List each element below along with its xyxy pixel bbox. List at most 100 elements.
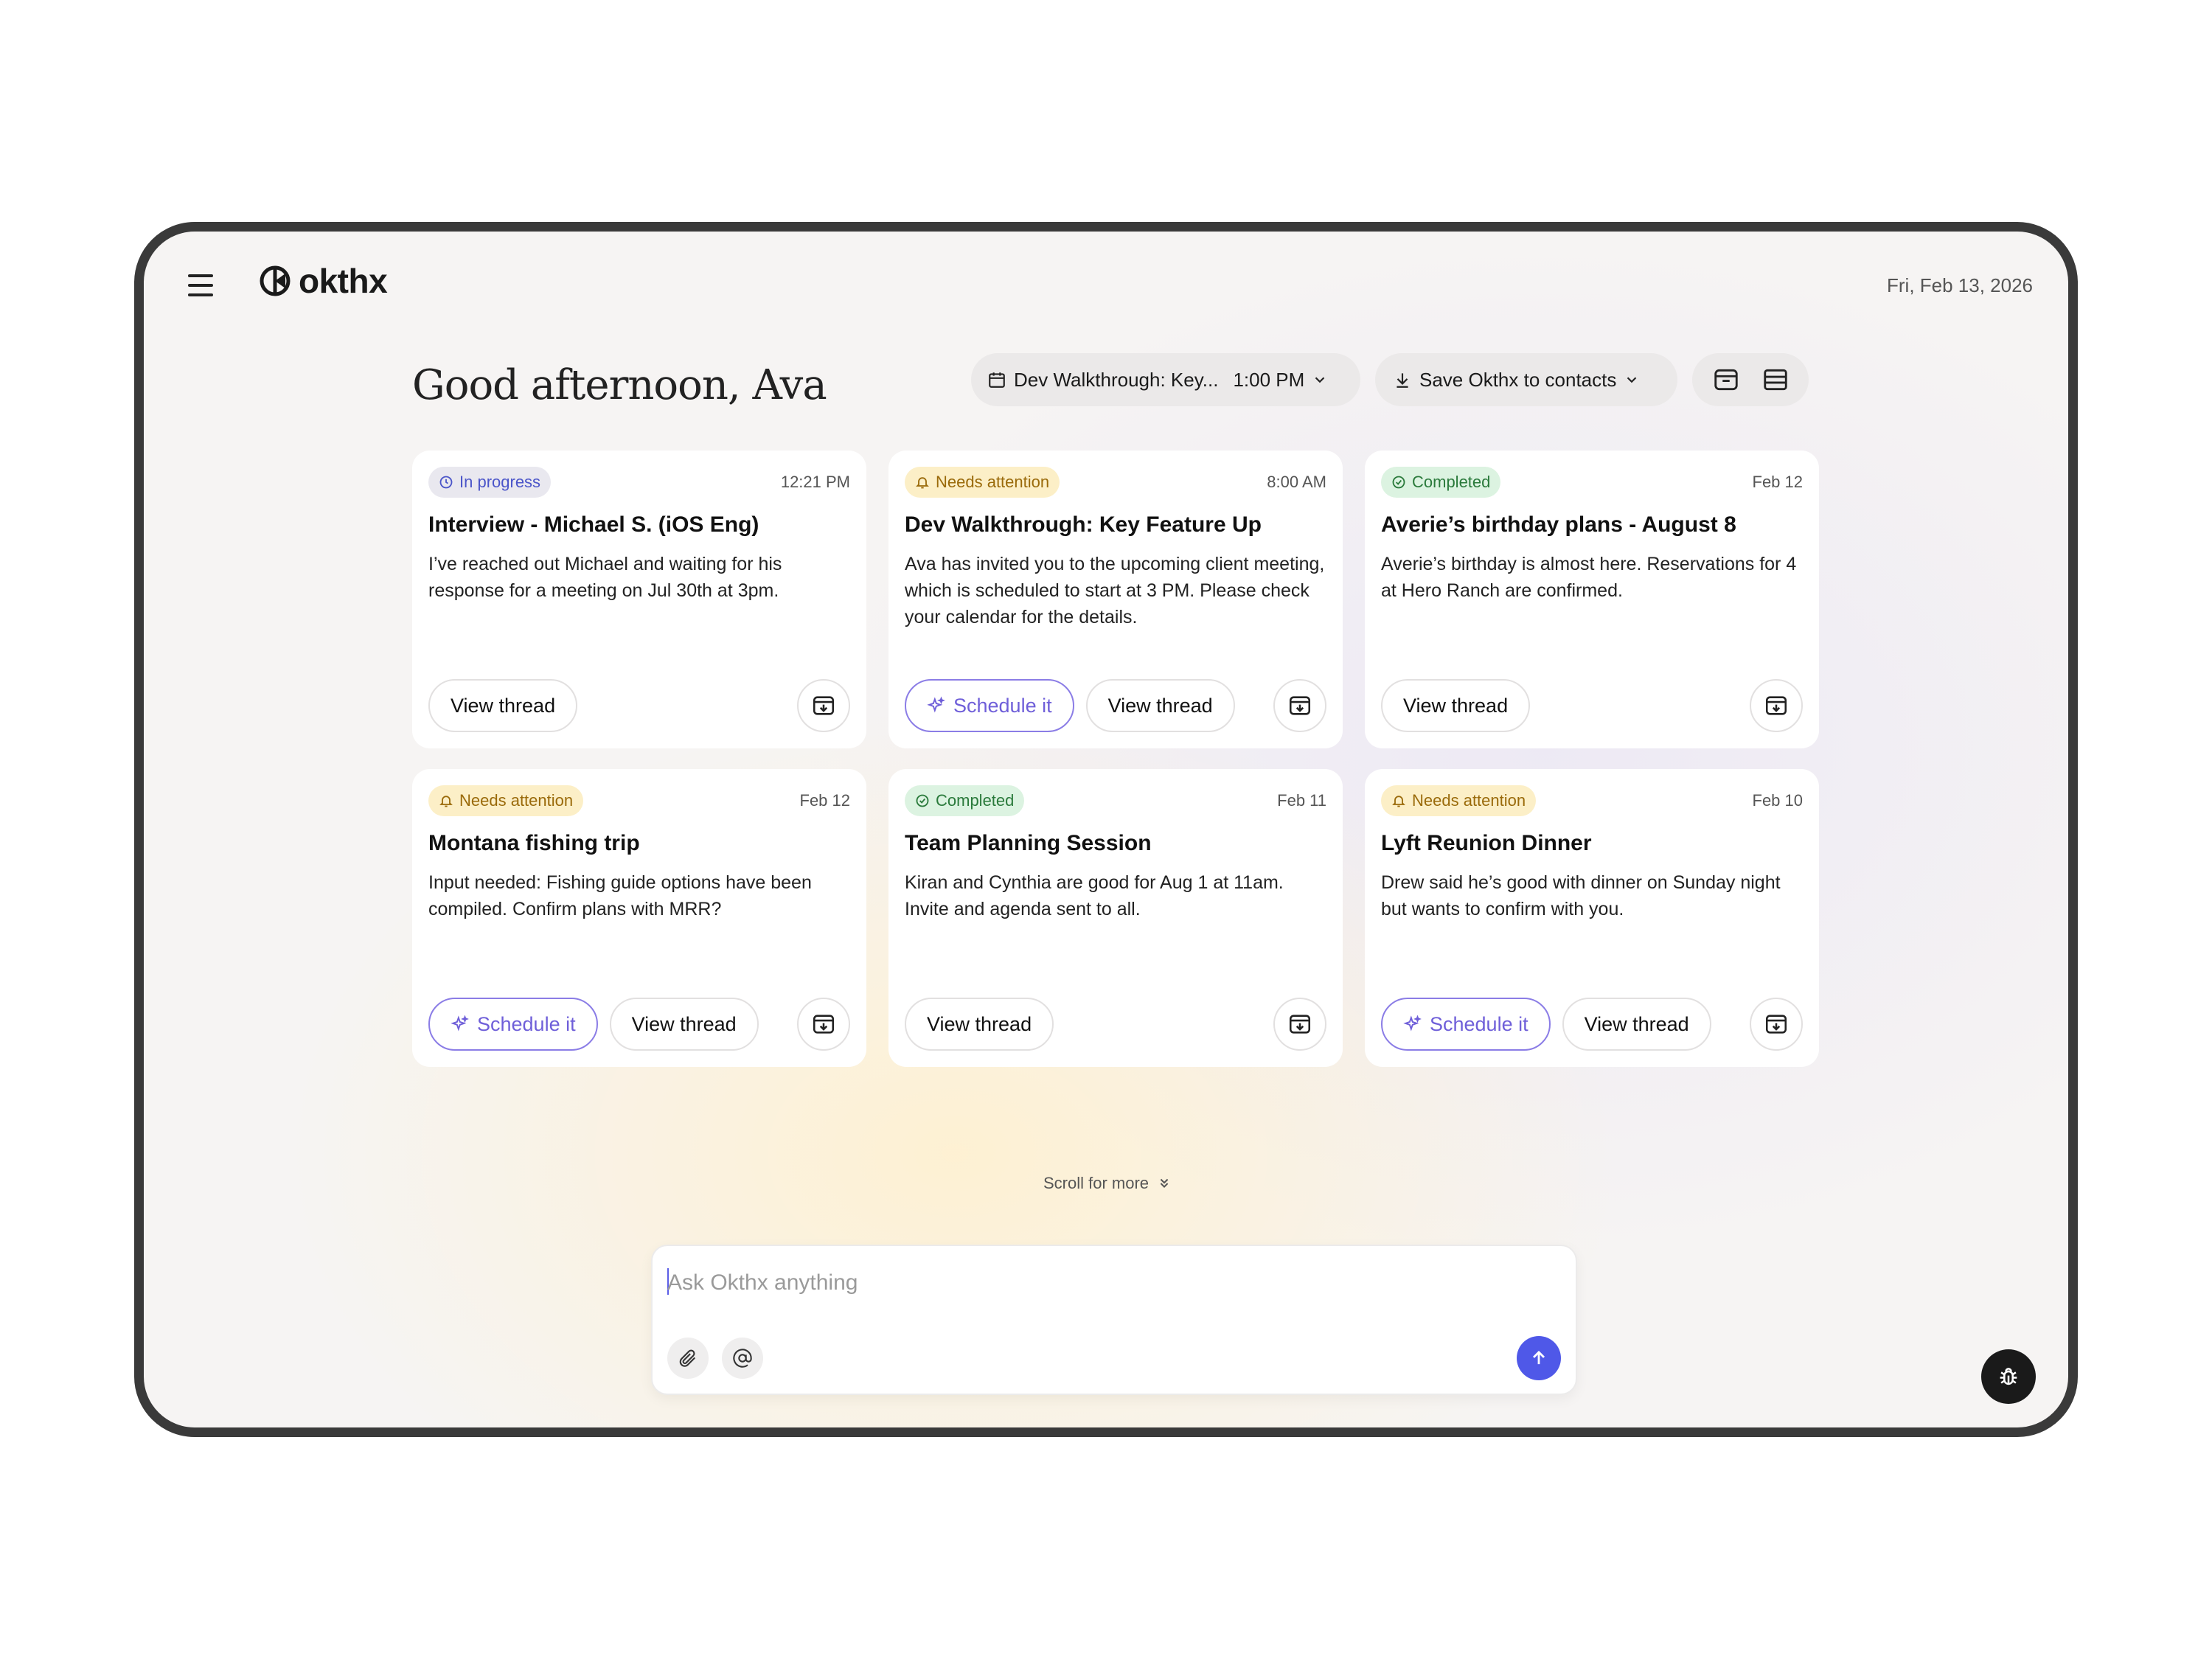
card-timestamp: Feb 12: [799, 791, 851, 810]
view-thread-button[interactable]: View thread: [1381, 679, 1531, 732]
send-button[interactable]: [1517, 1336, 1561, 1380]
archive-icon: [1765, 1015, 1787, 1034]
top-bar: okthx Fri, Feb 13, 2026: [144, 232, 2068, 320]
archive-button[interactable]: [1750, 998, 1803, 1051]
view-thread-button[interactable]: View thread: [1562, 998, 1711, 1051]
task-card[interactable]: Needs attention 8:00 AM Dev Walkthrough:…: [888, 451, 1343, 748]
archive-box-icon: [1714, 369, 1738, 391]
schedule-it-button[interactable]: Schedule it: [428, 998, 598, 1051]
save-contacts-label: Save Okthx to contacts: [1419, 368, 1617, 391]
task-card[interactable]: Completed Feb 12 Averie’s birthday plans…: [1365, 451, 1819, 748]
schedule-it-label: Schedule it: [953, 694, 1052, 717]
status-badge: Needs attention: [905, 467, 1060, 498]
view-thread-button[interactable]: View thread: [428, 679, 578, 732]
clock-icon: [439, 476, 453, 489]
download-icon: [1397, 373, 1408, 388]
hamburger-menu-icon[interactable]: [188, 274, 216, 299]
task-card[interactable]: In progress 12:21 PM Interview - Michael…: [412, 451, 866, 748]
chevron-down-icon: [1315, 377, 1325, 383]
app-name: okthx: [299, 262, 388, 300]
calendar-icon: [989, 372, 1005, 388]
card-description: Input needed: Fishing guide options have…: [428, 872, 812, 919]
upcoming-meeting-dropdown[interactable]: Dev Walkthrough: Key... 1:00 PM: [971, 353, 1360, 406]
status-label: Needs attention: [1412, 791, 1526, 810]
app-logo[interactable]: okthx: [259, 261, 388, 301]
card-actions: View thread: [1381, 679, 1531, 732]
current-date: Fri, Feb 13, 2026: [1887, 274, 2033, 296]
list-layout-icon: [1763, 369, 1787, 391]
card-timestamp: Feb 11: [1277, 791, 1326, 810]
double-chevron-down-icon: [1160, 1178, 1169, 1189]
card-timestamp: Feb 12: [1752, 473, 1804, 491]
attach-button[interactable]: [667, 1338, 709, 1379]
status-label: In progress: [459, 473, 541, 491]
status-badge: Needs attention: [428, 785, 584, 816]
scroll-for-more[interactable]: Scroll for more: [1043, 1174, 1172, 1193]
card-actions: View thread: [428, 679, 578, 732]
at-sign-icon: [733, 1349, 752, 1368]
task-card[interactable]: Needs attention Feb 10 Lyft Reunion Dinn…: [1365, 769, 1819, 1067]
card-description: Averie’s birthday is almost here. Reserv…: [1381, 554, 1797, 601]
card-timestamp: Feb 10: [1752, 791, 1804, 810]
task-card[interactable]: Needs attention Feb 12 Montana fishing t…: [412, 769, 866, 1067]
mention-button[interactable]: [722, 1338, 763, 1379]
view-thread-button[interactable]: View thread: [905, 998, 1054, 1051]
card-timestamp: 8:00 AM: [1267, 473, 1326, 491]
schedule-it-button[interactable]: Schedule it: [1381, 998, 1551, 1051]
status-label: Needs attention: [459, 791, 574, 810]
card-actions: Schedule it View thread: [428, 998, 759, 1051]
archive-button[interactable]: [797, 998, 850, 1051]
check-circle-icon: [916, 794, 929, 807]
archive-icon: [1765, 696, 1787, 715]
bug-icon: [2000, 1368, 2017, 1385]
card-description: I’ve reached out Michael and waiting for…: [428, 554, 782, 601]
card-description: Kiran and Cynthia are good for Aug 1 at …: [905, 872, 1284, 919]
archive-icon: [1289, 1015, 1311, 1034]
chevron-down-icon: [1627, 377, 1637, 383]
app-window: okthx Fri, Feb 13, 2026 Good afternoon, …: [134, 222, 2078, 1437]
card-title: Interview - Michael S. (iOS Eng): [428, 512, 759, 537]
archive-icon: [813, 696, 835, 715]
arrow-up-icon: [1533, 1350, 1545, 1365]
archive-button[interactable]: [797, 679, 850, 732]
card-actions: Schedule it View thread: [905, 679, 1235, 732]
card-description: Ava has invited you to the upcoming clie…: [905, 554, 1325, 627]
status-label: Completed: [936, 791, 1015, 810]
schedule-it-label: Schedule it: [1430, 1012, 1528, 1035]
view-list-button[interactable]: [1759, 364, 1792, 396]
scroll-hint-label: Scroll for more: [1043, 1174, 1150, 1192]
bug-report-button[interactable]: [1981, 1349, 2036, 1404]
archive-icon: [813, 1015, 835, 1034]
card-title: Lyft Reunion Dinner: [1381, 831, 1592, 855]
ask-input[interactable]: [667, 1264, 1537, 1302]
sparkle-icon: [451, 1015, 469, 1032]
meeting-time: 1:00 PM: [1233, 368, 1305, 391]
chat-composer: [651, 1245, 1577, 1395]
task-card[interactable]: Completed Feb 11 Team Planning Session K…: [888, 769, 1343, 1067]
save-to-contacts-dropdown[interactable]: Save Okthx to contacts: [1375, 353, 1677, 406]
card-title: Dev Walkthrough: Key Feature Up: [905, 512, 1262, 537]
bell-icon: [439, 796, 453, 807]
logo-mark-icon: [260, 265, 291, 296]
card-actions: Schedule it View thread: [1381, 998, 1711, 1051]
status-badge: In progress: [428, 467, 552, 498]
page-title: Good afternoon, Ava: [412, 361, 827, 409]
archive-icon: [1289, 696, 1311, 715]
archive-button[interactable]: [1750, 679, 1803, 732]
view-thread-button[interactable]: View thread: [609, 998, 759, 1051]
status-label: Completed: [1412, 473, 1491, 491]
view-compact-button[interactable]: [1710, 364, 1742, 396]
status-badge: Needs attention: [1381, 785, 1537, 816]
schedule-it-label: Schedule it: [477, 1012, 576, 1035]
archive-button[interactable]: [1273, 679, 1326, 732]
bell-icon: [916, 477, 929, 489]
card-actions: View thread: [905, 998, 1054, 1051]
card-title: Team Planning Session: [905, 831, 1152, 855]
schedule-it-button[interactable]: Schedule it: [905, 679, 1074, 732]
sparkle-icon: [927, 696, 945, 713]
card-timestamp: 12:21 PM: [780, 473, 850, 491]
view-thread-button[interactable]: View thread: [1085, 679, 1235, 732]
archive-button[interactable]: [1273, 998, 1326, 1051]
status-label: Needs attention: [936, 473, 1050, 491]
check-circle-icon: [1392, 476, 1405, 489]
